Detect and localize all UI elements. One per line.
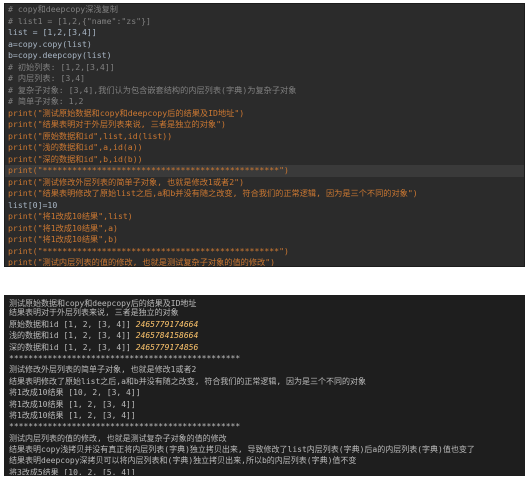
console-line-text: 原始数据和id [1, 2, [3, 4]] bbox=[9, 319, 136, 329]
console-line-text: ****************************************… bbox=[9, 422, 241, 432]
code-line[interactable]: print("测试原始数据和copy和deepcopy后的结果及ID地址") bbox=[5, 108, 524, 120]
code-line[interactable]: list = [1,2,[3,4]] bbox=[5, 27, 524, 39]
console-line-text: 测试修改外层列表的简单子对象, 也就是修改1或者2 bbox=[9, 365, 197, 375]
console-output: 测试原始数据和copy和deepcopy后的结果及ID地址 结果表明对于外层列表来… bbox=[4, 295, 525, 476]
code-line[interactable]: # list1 = [1,2,{"name":"zs"}] bbox=[5, 16, 524, 28]
console-line: 将1改成10结果 [1, 2, [3, 4]] bbox=[5, 399, 524, 410]
console-line-text: ****************************************… bbox=[9, 353, 241, 363]
code-line[interactable]: print("原始数据和id",list,id(list)) bbox=[5, 131, 524, 143]
object-id-value: 2465779174664 bbox=[135, 319, 199, 329]
console-line: ****************************************… bbox=[5, 353, 524, 364]
console-line-text: 结果表明copy浅拷贝并没有真正将内层列表(字典)独立拷贝出来, 导致修改了li… bbox=[9, 445, 475, 455]
console-line-text: 将3改成5结果 [10, 2, [5, 4]] bbox=[9, 467, 136, 476]
console-line: 测试内层列表的值的修改, 也就是测试复杂子对象的值的修改 bbox=[5, 433, 524, 444]
code-line[interactable]: a=copy.copy(list) bbox=[5, 39, 524, 51]
console-line: 结果表明对于外层列表来说, 三者是独立的对象 bbox=[5, 307, 524, 318]
code-line[interactable]: print("结果表明修改了原始list之后,a和b并没有随之改变, 符合我们的… bbox=[5, 188, 524, 200]
object-id-value: 2465784158664 bbox=[135, 331, 199, 341]
console-line-text: 测试内层列表的值的修改, 也就是测试复杂子对象的值的修改 bbox=[9, 433, 227, 443]
code-line[interactable]: print("将1改成10结果",a) bbox=[5, 223, 524, 235]
console-line-text: 结果表明对于外层列表来说, 三者是独立的对象 bbox=[9, 308, 179, 318]
code-line[interactable]: b=copy.deepcopy(list) bbox=[5, 50, 524, 62]
console-line: 将3改成5结果 [10, 2, [5, 4]] bbox=[5, 467, 524, 476]
console-line: 原始数据和id [1, 2, [3, 4]] 2465779174664 bbox=[5, 319, 524, 330]
console-line-text: 将1改成10结果 [10, 2, [3, 4]] bbox=[9, 388, 141, 398]
console-line: 结果表明copy浅拷贝并没有真正将内层列表(字典)独立拷贝出来, 导致修改了li… bbox=[5, 444, 524, 455]
console-line: 测试原始数据和copy和deepcopy后的结果及ID地址 bbox=[5, 296, 524, 308]
code-line[interactable]: print("将1改成10结果",list) bbox=[5, 211, 524, 223]
console-line-text: 结果表明deepcopy深拷贝可以将内层列表和(字典)独立拷贝出来,所以b的内层… bbox=[9, 456, 357, 466]
console-line: 结果表明修改了原始list之后,a和b并没有随之改变, 符合我们的正常逻辑, 因… bbox=[5, 376, 524, 387]
code-line[interactable]: print("测试修改外层列表的简单子对象, 也就是修改1或者2") bbox=[5, 177, 524, 189]
console-line-text: 将1改成10结果 [1, 2, [3, 4]] bbox=[9, 410, 136, 420]
code-line[interactable]: # 复杂子对象: [3,4],我们认为包含嵌套结构的内层列表(字典)为复杂子对象 bbox=[5, 85, 524, 97]
console-line-text: 将1改成10结果 [1, 2, [3, 4]] bbox=[9, 399, 136, 409]
console-line: 浅的数据和id [1, 2, [3, 4]] 2465784158664 bbox=[5, 330, 524, 341]
code-line[interactable]: # 简单子对象: 1,2 bbox=[5, 96, 524, 108]
code-line[interactable]: print("*********************************… bbox=[5, 246, 524, 258]
code-line[interactable]: # 初始列表: [1,2,[3,4]] bbox=[5, 62, 524, 74]
code-line[interactable]: list[0]=10 bbox=[5, 200, 524, 212]
code-line[interactable]: print("结果表明对于外层列表来说, 三者是独立的对象") bbox=[5, 119, 524, 131]
console-line: ****************************************… bbox=[5, 421, 524, 432]
console-line: 将1改成10结果 [1, 2, [3, 4]] bbox=[5, 410, 524, 421]
console-line: 深的数据和id [1, 2, [3, 4]] 2465779174856 bbox=[5, 342, 524, 353]
console-line-text: 结果表明修改了原始list之后,a和b并没有随之改变, 符合我们的正常逻辑, 因… bbox=[9, 376, 366, 386]
console-line-text: 浅的数据和id [1, 2, [3, 4]] bbox=[9, 331, 136, 341]
code-line[interactable]: print("将1改成10结果",b) bbox=[5, 234, 524, 246]
console-line: 测试修改外层列表的简单子对象, 也就是修改1或者2 bbox=[5, 364, 524, 375]
code-line[interactable]: # copy和deepcopy深浅复制 bbox=[5, 4, 524, 16]
console-line-text: 深的数据和id [1, 2, [3, 4]] bbox=[9, 342, 136, 352]
code-editor[interactable]: # copy和deepcopy深浅复制 # list1 = [1,2,{"name… bbox=[4, 3, 525, 267]
code-line[interactable]: # 内层列表: [3,4] bbox=[5, 73, 524, 85]
object-id-value: 2465779174856 bbox=[135, 342, 199, 352]
code-line[interactable]: print("*********************************… bbox=[5, 165, 524, 177]
console-line: 将1改成10结果 [10, 2, [3, 4]] bbox=[5, 387, 524, 398]
code-line[interactable]: print("深的数据和id",b,id(b)) bbox=[5, 154, 524, 166]
code-line[interactable]: print("浅的数据和id",a,id(a)) bbox=[5, 142, 524, 154]
code-line[interactable]: print("测试内层列表的值的修改, 也就是测试复杂子对象的值的修改") bbox=[5, 257, 524, 266]
console-line: 结果表明deepcopy深拷贝可以将内层列表和(字典)独立拷贝出来,所以b的内层… bbox=[5, 455, 524, 466]
